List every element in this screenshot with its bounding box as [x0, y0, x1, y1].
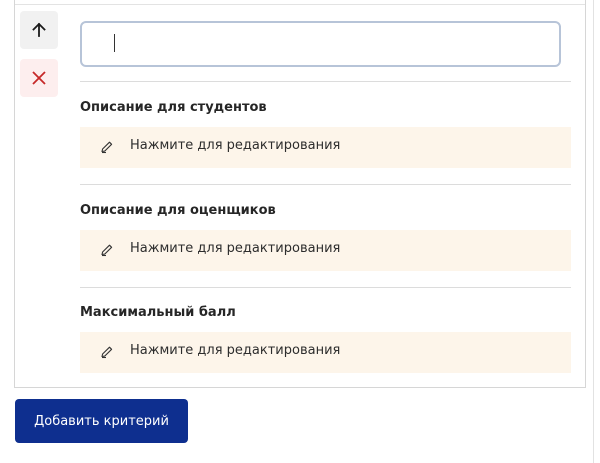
text-caret [114, 34, 115, 52]
max-score-label: Максимальный балл [80, 305, 236, 320]
criterion-title-input[interactable] [80, 21, 561, 67]
pencil-icon [101, 346, 113, 359]
pencil-icon [101, 141, 113, 154]
close-icon [32, 71, 46, 85]
student-description-editor[interactable]: Нажмите для редактирования [80, 127, 571, 168]
grader-description-label: Описание для оценщиков [80, 203, 276, 218]
container-border [593, 0, 594, 463]
arrow-up-icon [32, 22, 46, 37]
pencil-icon [101, 244, 113, 257]
grader-description-placeholder: Нажмите для редактирования [130, 241, 341, 256]
delete-criterion-button[interactable] [20, 59, 58, 97]
add-criterion-button[interactable]: Добавить критерий [15, 399, 188, 443]
section-divider [80, 184, 571, 185]
section-divider [80, 287, 571, 288]
move-up-button[interactable] [20, 11, 58, 49]
max-score-editor[interactable]: Нажмите для редактирования [80, 332, 571, 373]
max-score-placeholder: Нажмите для редактирования [130, 343, 341, 358]
card-top-divider [15, 4, 585, 5]
rubric-editor: Описание для студентов Нажмите для редак… [0, 0, 600, 463]
criterion-card: Описание для студентов Нажмите для редак… [14, 0, 586, 388]
student-description-label: Описание для студентов [80, 100, 267, 115]
grader-description-editor[interactable]: Нажмите для редактирования [80, 230, 571, 271]
student-description-placeholder: Нажмите для редактирования [130, 138, 341, 153]
section-divider [80, 81, 571, 82]
